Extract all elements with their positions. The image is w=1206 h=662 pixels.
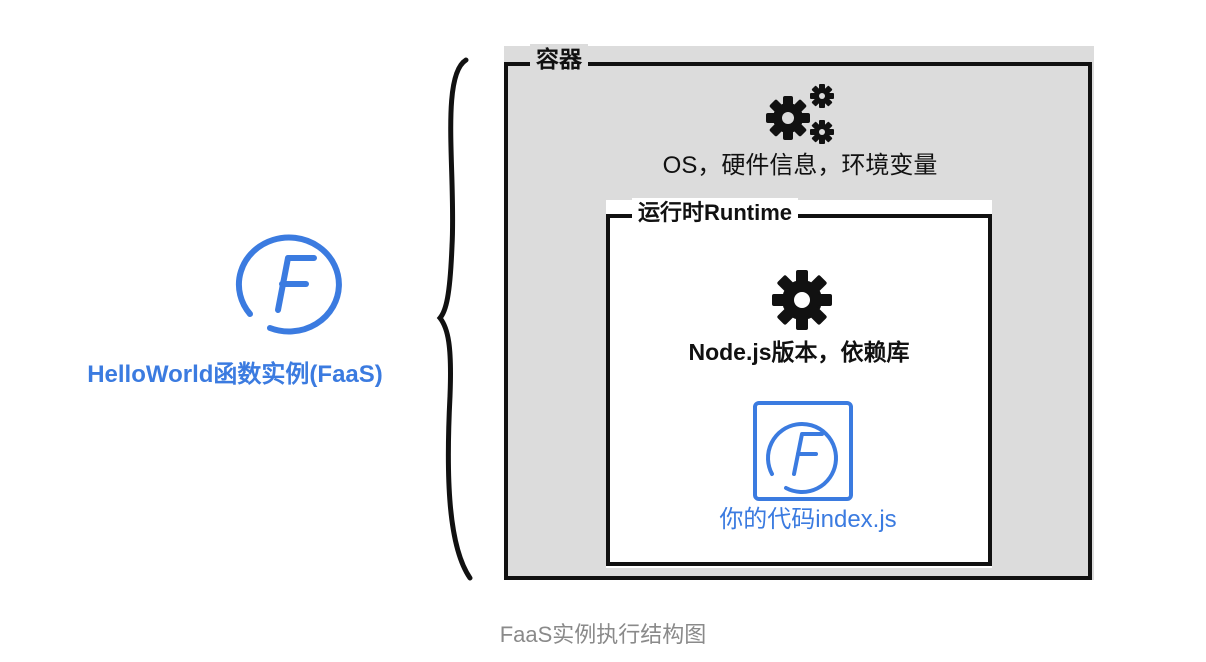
container-description: OS，硬件信息，环境变量 [662, 152, 938, 179]
faas-logo-icon [235, 234, 342, 335]
figure-caption: FaaS实例执行结构图 [499, 622, 707, 647]
runtime-label: 运行时Runtime [632, 198, 799, 228]
gears-icon [766, 84, 834, 144]
code-label: 你的代码index.js [719, 506, 897, 533]
container-label: 容器 [530, 44, 588, 74]
curly-brace [436, 57, 473, 581]
faas-instance-label: HelloWorld函数实例(FaaS) [87, 361, 383, 388]
gear-icon [772, 270, 832, 330]
faas-code-icon [753, 401, 853, 501]
runtime-description: Node.js版本，依赖库 [688, 339, 910, 365]
